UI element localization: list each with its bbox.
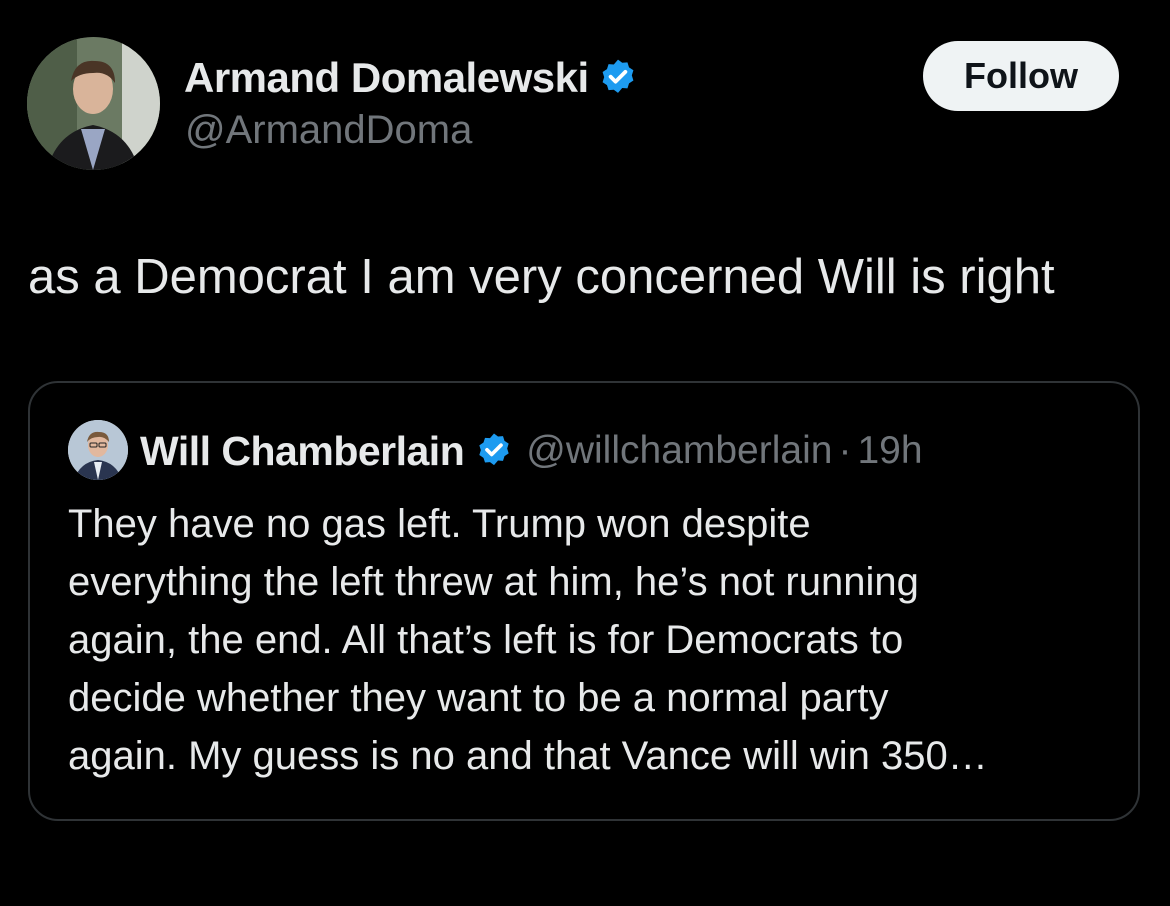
author-name-row: Armand Domalewski [184,52,639,104]
quoted-tweet-card[interactable]: Will Chamberlain @willchamberlain · 19h … [28,381,1140,821]
quoted-tweet-line: decide whether they want to be a normal … [68,676,889,720]
quoted-author-name[interactable]: Will Chamberlain [140,428,465,475]
verified-badge-icon [474,431,514,471]
quoted-author-avatar[interactable] [68,420,128,480]
quoted-tweet-line: again. My guess is no and that Vance wil… [68,734,988,778]
follow-button[interactable]: Follow [923,41,1119,111]
author-name[interactable]: Armand Domalewski [184,54,589,102]
separator-dot: · [838,429,852,472]
quoted-tweet-line: They have no gas left. Trump won despite [68,502,811,546]
quoted-author-handle[interactable]: @willchamberlain [526,429,832,473]
quoted-tweet-line: again, the end. All that’s left is for D… [68,618,904,662]
author-avatar[interactable] [27,37,160,170]
quoted-tweet-header: Will Chamberlain @willchamberlain · 19h [140,425,923,477]
quoted-tweet-text: They have no gas left. Trump won despite… [68,495,1108,785]
quoted-tweet-line: everything the left threw at him, he’s n… [68,560,919,604]
tweet-text: as a Democrat I am very concerned Will i… [28,250,1055,304]
verified-badge-icon [597,57,639,99]
author-handle[interactable]: @ArmandDoma [185,108,472,153]
tweet-card: Armand Domalewski @ArmandDoma Follow as … [0,0,1170,906]
quoted-tweet-timestamp[interactable]: 19h [857,429,922,473]
